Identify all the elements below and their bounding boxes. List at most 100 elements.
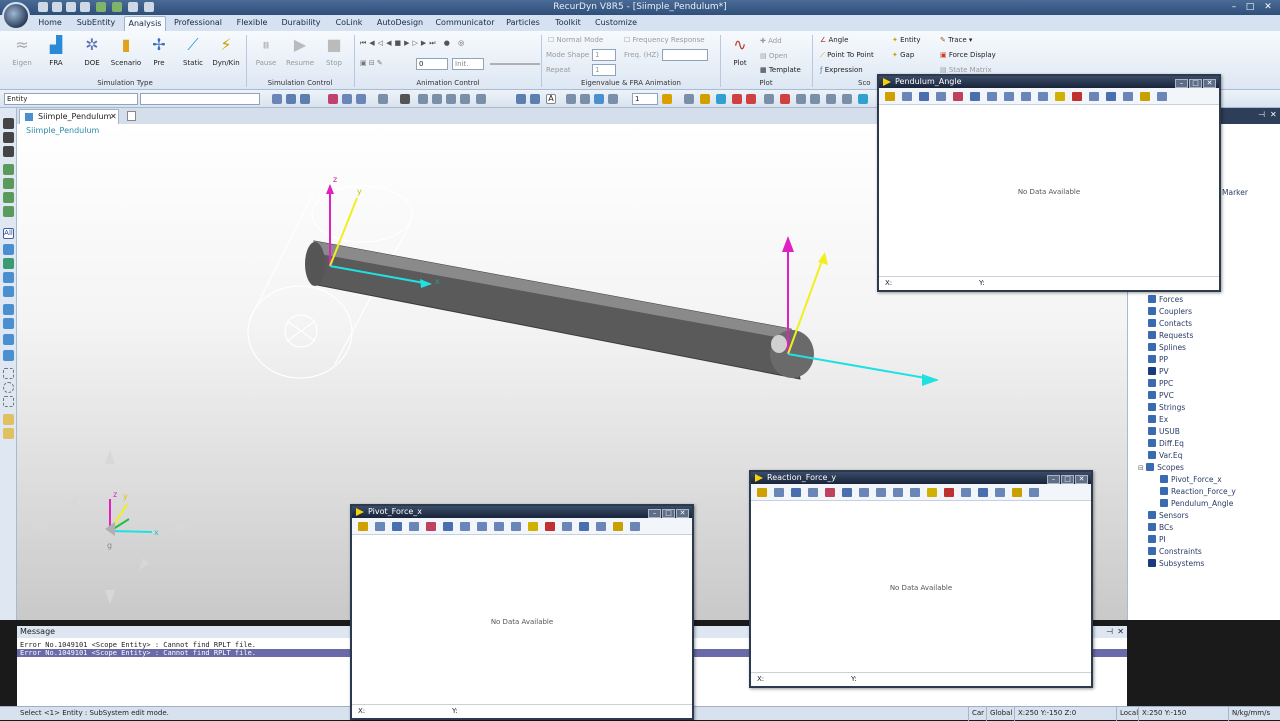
filter-joint-icon[interactable] (3, 258, 14, 269)
customize-quick-access-icon[interactable] (144, 2, 154, 12)
tree-item-scopes[interactable]: ⊟ Scopes (1138, 463, 1184, 472)
select-circle-icon[interactable] (3, 382, 14, 393)
tab-professional[interactable]: Professional (172, 16, 224, 31)
measure-icon[interactable] (460, 94, 470, 104)
select-tool2-icon[interactable] (3, 428, 14, 439)
plot-template[interactable]: ▦ Template (760, 66, 801, 74)
scope-fit-icon[interactable] (426, 522, 436, 531)
print-icon[interactable] (128, 2, 138, 12)
redo-icon[interactable] (112, 2, 122, 12)
scope-title-bar[interactable]: Pendulum_Angle – □ ✕ (879, 76, 1219, 88)
normal-mode-checkbox[interactable]: ☐ Normal Mode (548, 36, 603, 44)
all-filter-icon[interactable]: All (3, 228, 14, 239)
maximize-icon[interactable]: □ (1189, 79, 1202, 88)
scope-zoom-icon[interactable] (936, 92, 946, 101)
new-tab-icon[interactable] (127, 111, 136, 121)
close-icon[interactable]: ✕ (1262, 2, 1274, 12)
tree-item-pendulum-angle[interactable]: Pendulum_Angle (1160, 499, 1233, 508)
body2-icon[interactable] (3, 178, 14, 189)
tree-item-usub[interactable]: USUB (1148, 427, 1180, 436)
scope-export-icon[interactable] (528, 522, 538, 531)
package-icon[interactable] (700, 94, 710, 104)
layer2-icon[interactable] (580, 94, 590, 104)
layer-icon[interactable] (566, 94, 576, 104)
scope-delete-icon[interactable] (1072, 92, 1082, 101)
scope-fit-icon[interactable] (953, 92, 963, 101)
init-input[interactable]: Init. (452, 58, 484, 70)
scope-open-icon[interactable] (757, 488, 767, 497)
scope-settings-icon[interactable] (995, 488, 1005, 497)
snap-icon[interactable] (764, 94, 774, 104)
scope-scroll-x-icon[interactable] (477, 522, 487, 531)
body3-icon[interactable] (3, 192, 14, 203)
doc-tab[interactable]: Siimple_Pendulum ✕ (19, 109, 119, 124)
body-icon[interactable] (3, 164, 14, 175)
scenario-button[interactable]: ▮ Scenario (110, 33, 142, 75)
frame-input[interactable]: 0 (416, 58, 448, 70)
scope-settings-icon[interactable] (596, 522, 606, 531)
animation-playback-controls[interactable]: ⏮◀◁◀■▶▷▶⏭ ● ◎ (360, 39, 467, 48)
scope-auto-icon[interactable] (910, 488, 920, 497)
app-logo[interactable] (2, 2, 30, 30)
layer3-icon[interactable] (594, 94, 604, 104)
scope-expression[interactable]: ƒ Expression (820, 66, 863, 74)
tab-toolkit[interactable]: Toolkit (550, 16, 586, 31)
scope-marker-icon[interactable] (1012, 488, 1022, 497)
scope-scroll-y-icon[interactable] (893, 488, 903, 497)
close-icon[interactable]: ✕ (1075, 475, 1088, 484)
scope-open-icon[interactable] (885, 92, 895, 101)
stop-button[interactable]: ■ Stop (318, 33, 350, 75)
scope-window-reaction-force-y[interactable]: Reaction_Force_y – □ ✕ No Data Available X… (749, 470, 1093, 688)
scope-fit-icon[interactable] (825, 488, 835, 497)
tab-customize[interactable]: Customize (594, 16, 638, 31)
tree-item-contacts[interactable]: Contacts (1148, 319, 1192, 328)
tab-home[interactable]: Home (36, 16, 64, 31)
scope-legend-icon[interactable] (1106, 92, 1116, 101)
repeat-input[interactable]: 1 (592, 64, 616, 76)
scope-print-icon[interactable] (1029, 488, 1039, 497)
scope-copy-icon[interactable] (902, 92, 912, 101)
select-icon[interactable] (272, 94, 282, 104)
freq-input[interactable] (662, 49, 708, 61)
undo-icon[interactable] (96, 2, 106, 12)
view-icon[interactable] (356, 94, 366, 104)
close-icon[interactable]: ✕ (676, 509, 689, 518)
tree-item-pi[interactable]: PI (1148, 535, 1166, 544)
scope-grid-icon[interactable] (961, 488, 971, 497)
text-icon[interactable]: A (546, 94, 556, 104)
grid-icon[interactable] (516, 94, 526, 104)
tab-colink[interactable]: CoLink (332, 16, 366, 31)
record-icon[interactable] (732, 94, 742, 104)
render-icon[interactable] (328, 94, 338, 104)
scope-zoom-y-icon[interactable] (987, 92, 997, 101)
tree-item-ppc[interactable]: PPC (1148, 379, 1173, 388)
scope-chart-icon[interactable] (919, 92, 929, 101)
pin-icon[interactable]: ⊣ (1258, 110, 1265, 119)
scope-print-icon[interactable] (1157, 92, 1167, 101)
minimize-icon[interactable]: – (648, 509, 661, 518)
filter-force-icon[interactable] (3, 272, 14, 283)
rotate-icon[interactable] (716, 94, 726, 104)
scope-print-icon[interactable] (630, 522, 640, 531)
status-car[interactable]: Car (968, 707, 984, 721)
scope-scroll-x-icon[interactable] (876, 488, 886, 497)
filter-body-icon[interactable] (3, 244, 14, 255)
fit-icon[interactable] (342, 94, 352, 104)
pin-icon[interactable]: ⊣ (1106, 626, 1113, 638)
pointer2-icon[interactable] (3, 132, 14, 143)
scope-delete-icon[interactable] (545, 522, 555, 531)
scope-gap[interactable]: ✦ Gap (892, 51, 914, 59)
tree-item-var-eq[interactable]: Var.Eq (1148, 451, 1182, 460)
tree-item-pivot-force-x[interactable]: Pivot_Force_x (1160, 475, 1222, 484)
tree-item-requests[interactable]: Requests (1148, 331, 1193, 340)
tree-item-diff-eq[interactable]: Diff.Eq (1148, 439, 1184, 448)
scope-angle[interactable]: ∠ Angle (820, 36, 848, 44)
scope-zoom-icon[interactable] (808, 488, 818, 497)
minimize-icon[interactable]: – (1228, 2, 1240, 12)
mode-shape-input[interactable]: 1 (592, 49, 616, 61)
tree-item-subsystems[interactable]: Subsystems (1148, 559, 1204, 568)
tree-item-splines[interactable]: Splines (1148, 343, 1186, 352)
filter-sensor-icon[interactable] (3, 334, 14, 345)
entity-filter-combo[interactable]: Entity (4, 93, 138, 105)
animation-slider[interactable] (490, 63, 540, 65)
